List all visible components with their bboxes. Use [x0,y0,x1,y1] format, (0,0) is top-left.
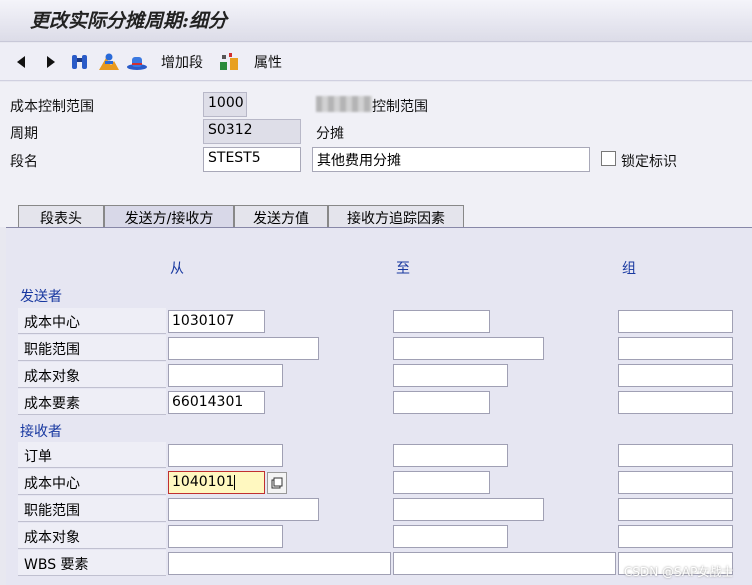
sender-section-title: 发送者 [20,289,62,305]
sender-cost-element-from[interactable]: 66014301 [168,391,265,414]
sender-cost-object-to[interactable] [393,364,508,387]
binoculars-icon[interactable] [70,52,90,72]
lock-checkbox[interactable] [601,151,616,166]
receiver-section-title: 接收者 [20,424,62,440]
sender-cost-element-to[interactable] [393,391,490,414]
controlling-area-desc: 控制范围 [372,99,428,115]
controlling-area-label: 成本控制范围 [10,99,94,115]
receiver-functional-area-group[interactable] [618,498,733,521]
previous-icon[interactable] [16,52,26,72]
sender-cost-center-to[interactable] [393,310,490,333]
receiver-functional-area-from[interactable] [168,498,319,521]
segment-desc-field[interactable]: 其他费用分摊 [312,147,590,172]
receiver-wbs-element-label: WBS 要素 [18,550,166,576]
sender-cost-center-group[interactable] [618,310,733,333]
title-bar: 更改实际分摊周期:细分 [0,0,752,42]
hat-icon[interactable] [126,52,148,72]
controlling-area-field[interactable]: 1000 [203,92,247,117]
next-icon[interactable] [46,52,56,72]
tab-sender-receiver[interactable]: 发送方/接收方 [104,205,234,227]
receiver-cost-center-group[interactable] [618,471,733,494]
segment-label: 段名 [10,154,38,170]
receiver-cost-object-label: 成本对象 [18,523,166,549]
redacted-text [316,96,372,112]
attributes-button[interactable]: 属性 [254,52,282,72]
sender-cost-element-label: 成本要素 [18,389,166,415]
receiver-cost-center-from[interactable]: 1040101 [168,471,265,494]
receiver-cost-center-from-text: 1040101 [172,474,235,490]
sender-functional-area-to[interactable] [393,337,544,360]
receiver-cost-center-to[interactable] [393,471,490,494]
receiver-order-label: 订单 [18,442,166,468]
value-help-icon [271,477,283,489]
receiver-cost-object-from[interactable] [168,525,283,548]
tab-receiver-tracing-factors[interactable]: 接收方追踪因素 [328,205,464,227]
tab-segment-header[interactable]: 段表头 [18,205,104,227]
column-to: 至 [396,261,410,277]
sender-cost-object-group[interactable] [618,364,733,387]
sender-functional-area-from[interactable] [168,337,319,360]
text-caret [234,474,236,490]
sender-cost-element-group[interactable] [618,391,733,414]
window-title: 更改实际分摊周期:细分 [30,10,228,32]
cycle-label: 周期 [10,126,38,142]
receiver-cost-object-group[interactable] [618,525,733,548]
person-mountain-icon[interactable] [98,52,120,72]
receiver-wbs-element-from[interactable] [168,552,391,575]
sender-cost-object-from[interactable] [168,364,283,387]
lock-label: 锁定标识 [621,154,677,170]
add-segment-button[interactable]: 增加段 [161,52,203,72]
segment-field[interactable]: STEST5 [203,147,301,172]
sender-functional-area-group[interactable] [618,337,733,360]
receiver-wbs-element-to[interactable] [393,552,616,575]
attributes-icon[interactable] [218,52,240,72]
column-from: 从 [170,261,184,277]
toolbar: 增加段 属性 [0,43,752,81]
receiver-cost-center-label: 成本中心 [18,469,166,495]
cycle-desc: 分摊 [316,126,344,142]
receiver-order-to[interactable] [393,444,508,467]
watermark: CSDN @SAP女战士 [624,565,734,579]
cycle-field[interactable]: S0312 [203,119,301,144]
column-group: 组 [622,261,636,277]
receiver-order-from[interactable] [168,444,283,467]
receiver-functional-area-label: 职能范围 [18,496,166,522]
sender-cost-object-label: 成本对象 [18,362,166,388]
sender-cost-center-label: 成本中心 [18,308,166,334]
value-help-button[interactable] [267,472,287,494]
tab-sender-values[interactable]: 发送方值 [234,205,328,227]
receiver-order-group[interactable] [618,444,733,467]
receiver-cost-object-to[interactable] [393,525,508,548]
sender-cost-center-from[interactable]: 1030107 [168,310,265,333]
sender-functional-area-label: 职能范围 [18,335,166,361]
receiver-functional-area-to[interactable] [393,498,544,521]
